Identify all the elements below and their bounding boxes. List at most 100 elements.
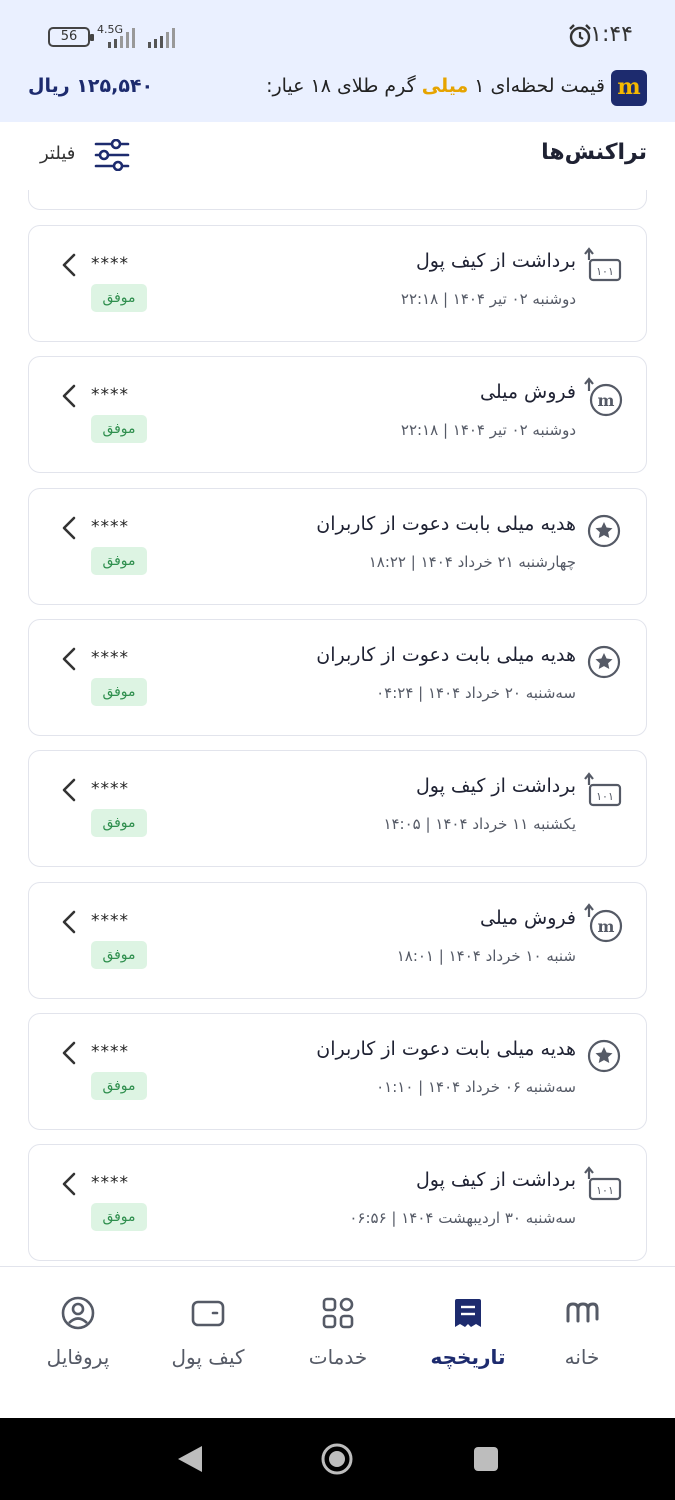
wallet-withdraw-icon: ۱۰۱ [584, 1166, 622, 1201]
list-item[interactable]: m فروش میلی شنبه ۱۰ خرداد ۱۴۰۴ | ۱۸:۰۱ ****… [28, 881, 647, 999]
star-gift-icon [587, 1039, 621, 1072]
status-badge: موفق [91, 940, 147, 969]
filter-label: فیلتر [40, 143, 76, 164]
transaction-amount: **** [91, 647, 129, 668]
chevron-left-icon [62, 516, 76, 539]
list-item[interactable]: هدیه میلی بابت دعوت از کاربران سه‌شنبه ۲۰… [28, 618, 647, 736]
transaction-title: فروش میلی [479, 906, 576, 929]
transaction-date: سه‌شنبه ۲۰ خرداد ۱۴۰۴ | ۰۴:۲۴ [376, 683, 576, 702]
chevron-left-icon [62, 647, 76, 671]
nav-item-home[interactable]: خانه [522, 1293, 642, 1383]
svg-text:m: m [598, 917, 615, 936]
home-circle-icon[interactable] [320, 1442, 354, 1476]
grid-icon [322, 1297, 354, 1329]
chevron-left-icon [62, 253, 76, 277]
transaction-list[interactable]: ۱۰۱ برداشت از کیف پول دوشنبه ۰۲ تیر ۱۴۰۴ |… [0, 190, 675, 1266]
transaction-title: هدیه میلی بابت دعوت از کاربران [316, 512, 576, 535]
transaction-amount: **** [91, 910, 129, 931]
transaction-date: دوشنبه ۰۲ تیر ۱۴۰۴ | ۲۲:۱۸ [400, 290, 576, 308]
nav-label: کیف پول [171, 1345, 245, 1369]
list-item[interactable]: هدیه میلی بابت دعوت از کاربران سه‌شنبه ۰۶… [28, 1012, 647, 1130]
battery-level: 56 [60, 29, 78, 44]
nav-item-services[interactable]: خدمات [278, 1293, 398, 1383]
sliders-icon [94, 139, 130, 171]
transaction-title: هدیه میلی بابت دعوت از کاربران [316, 643, 576, 666]
chevron-left-icon [62, 1041, 76, 1065]
star-gift-icon [587, 645, 621, 678]
star-gift-icon [587, 514, 621, 547]
list-item[interactable]: هدیه میلی بابت دعوت از کاربران چهارشنبه ۲… [28, 487, 647, 605]
profile-icon [61, 1296, 95, 1330]
gold-price-label: قیمت لحظه‌ای ۱ میلی گرم طلای ۱۸ عیار: [266, 75, 605, 97]
home-logo-icon [566, 1302, 599, 1323]
transaction-date: چهارشنبه ۲۱ خرداد ۱۴۰۴ | ۱۸:۲۲ [368, 552, 576, 571]
transaction-amount: **** [91, 1041, 129, 1062]
svg-text:m: m [598, 391, 615, 410]
transaction-amount: **** [91, 779, 129, 800]
status-badge: موفق [91, 809, 147, 838]
list-item[interactable]: ۱۰۱ برداشت از کیف پول سه‌شنبه ۳۰ اردیبهشت … [28, 1144, 647, 1262]
svg-text:۱۰۱: ۱۰۱ [596, 1184, 614, 1197]
transaction-date: شنبه ۱۰ خرداد ۱۴۰۴ | ۱۸:۰۱ [396, 946, 576, 965]
page-title: تراکنش‌ها [541, 140, 647, 165]
list-item[interactable]: m فروش میلی دوشنبه ۰۲ تیر ۱۴۰۴ | ۲۲:۱۸ ****… [28, 356, 647, 474]
status-time: ۱:۴۴ [590, 22, 633, 47]
nav-label: پروفایل [46, 1345, 110, 1369]
nav-item-profile[interactable]: پروفایل [18, 1293, 138, 1383]
milli-sell-icon: m [584, 377, 623, 417]
status-badge: موفق [91, 677, 147, 706]
nav-item-history[interactable]: تاریخچه [408, 1293, 528, 1383]
milli-sell-icon: m [584, 902, 623, 942]
recents-icon[interactable] [474, 1447, 498, 1471]
gold-text-before: قیمت لحظه‌ای ۱ [468, 75, 605, 97]
nav-label: تاریخچه [430, 1345, 506, 1369]
status-badge: موفق [91, 1203, 147, 1232]
nav-label: خدمات [308, 1345, 368, 1369]
chevron-left-icon [62, 778, 76, 802]
status-badge: موفق [91, 284, 147, 312]
list-item[interactable] [28, 190, 647, 210]
signal-icon [108, 28, 135, 48]
svg-text:۱۰۱: ۱۰۱ [596, 265, 614, 278]
battery-icon: 56 [48, 27, 94, 47]
nav-label: خانه [564, 1345, 600, 1369]
svg-text:۱۰۱: ۱۰۱ [596, 790, 614, 803]
wallet-withdraw-icon: ۱۰۱ [584, 247, 622, 282]
filter-button[interactable]: فیلتر [40, 137, 132, 173]
transaction-title: برداشت از کیف پول [415, 775, 576, 798]
status-badge: موفق [91, 1071, 147, 1100]
transaction-amount: **** [91, 254, 129, 274]
transaction-date: سه‌شنبه ۰۶ خرداد ۱۴۰۴ | ۰۱:۱۰ [376, 1077, 576, 1096]
status-badge: موفق [91, 415, 147, 444]
chevron-left-icon [62, 384, 76, 408]
signal-icon [148, 28, 175, 48]
wallet-icon [191, 1300, 225, 1327]
transaction-title: فروش میلی [479, 381, 576, 404]
list-item[interactable]: ۱۰۱ برداشت از کیف پول دوشنبه ۰۲ تیر ۱۴۰۴ |… [28, 225, 647, 342]
history-icon [455, 1299, 481, 1327]
chevron-left-icon [62, 910, 76, 933]
system-nav-bar [0, 1418, 675, 1500]
back-icon[interactable] [176, 1444, 204, 1474]
wallet-withdraw-icon: ۱۰۱ [584, 772, 622, 807]
nav-item-wallet[interactable]: کیف پول [148, 1293, 268, 1383]
transaction-date: یکشنبه ۱۱ خرداد ۱۴۰۴ | ۱۴:۰۵ [383, 815, 576, 834]
brand-logo: m [611, 70, 647, 106]
transaction-date: دوشنبه ۰۲ تیر ۱۴۰۴ | ۲۲:۱۸ [400, 421, 576, 440]
status-badge: موفق [91, 546, 147, 575]
transaction-title: هدیه میلی بابت دعوت از کاربران [316, 1037, 576, 1060]
list-item[interactable]: ۱۰۱ برداشت از کیف پول یکشنبه ۱۱ خرداد ۱۴۰۴… [28, 750, 647, 868]
gold-text-after: گرم طلای ۱۸ عیار: [266, 75, 422, 97]
status-bar: 56 4.5G ۱:۴۴ [0, 0, 675, 66]
transaction-title: برداشت از کیف پول [415, 1169, 576, 1192]
gold-price-value: ۱۲۵,۵۴۰ ریال [28, 75, 154, 97]
transaction-amount: **** [91, 385, 129, 406]
chevron-left-icon [62, 1172, 76, 1196]
transaction-date: سه‌شنبه ۳۰ اردیبهشت ۱۴۰۴ | ۰۶:۵۶ [349, 1209, 576, 1228]
transaction-title: برداشت از کیف پول [415, 250, 576, 272]
gold-text-highlight: میلی [421, 75, 469, 97]
alarm-icon [569, 24, 591, 48]
transaction-amount: **** [91, 516, 129, 537]
gold-price-banner[interactable]: m قیمت لحظه‌ای ۱ میلی گرم طلای ۱۸ عیار: … [0, 66, 675, 122]
transaction-amount: **** [91, 1173, 129, 1194]
